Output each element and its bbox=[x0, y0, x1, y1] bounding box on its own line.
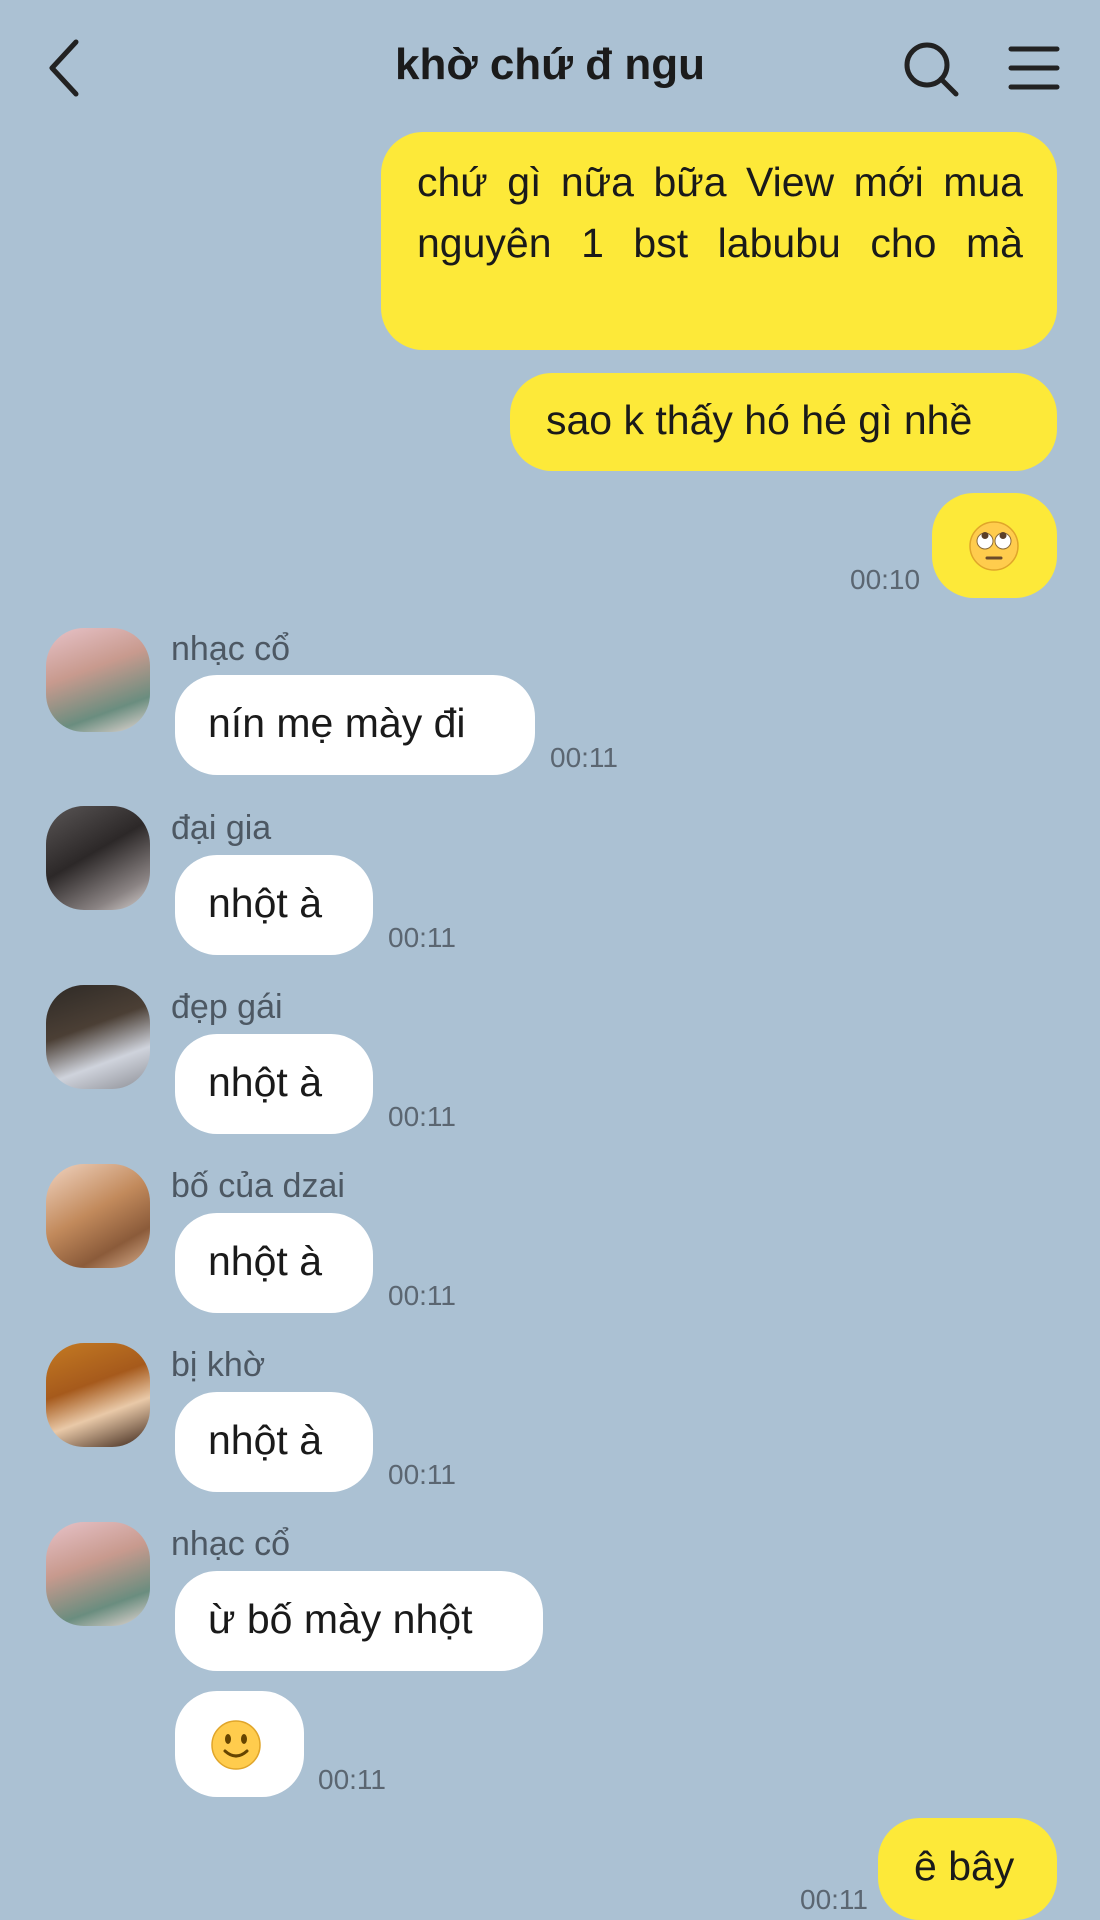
avatar[interactable] bbox=[46, 806, 150, 910]
message-timestamp: 00:11 bbox=[800, 1884, 868, 1915]
incoming-message-bubble[interactable]: nhột à bbox=[175, 1034, 373, 1134]
avatar[interactable] bbox=[46, 1164, 150, 1268]
message-text: chứ gì nữa bữa View mới mua nguyên 1 bst… bbox=[417, 159, 1023, 266]
avatar[interactable] bbox=[46, 985, 150, 1089]
incoming-emoji-bubble[interactable] bbox=[175, 1691, 304, 1797]
message-timestamp: 00:11 bbox=[318, 1764, 386, 1795]
outgoing-message-bubble[interactable]: sao k thấy hó hé gì nhề bbox=[510, 373, 1057, 471]
incoming-message-bubble[interactable]: nín mẹ mày đi bbox=[175, 675, 535, 775]
message-timestamp: 00:10 bbox=[850, 564, 921, 595]
outgoing-message-bubble[interactable]: ê bây bbox=[878, 1818, 1057, 1920]
sender-name: bị khờ bbox=[171, 1346, 266, 1384]
message-timestamp: 00:11 bbox=[388, 1101, 456, 1132]
menu-icon[interactable] bbox=[1008, 44, 1060, 92]
message-text: ê bây bbox=[914, 1843, 1015, 1889]
outgoing-emoji-bubble[interactable] bbox=[932, 493, 1057, 598]
avatar[interactable] bbox=[46, 1522, 150, 1626]
avatar[interactable] bbox=[46, 1343, 150, 1447]
slightly-smiling-face-icon bbox=[211, 1720, 261, 1770]
message-timestamp: 00:11 bbox=[388, 922, 456, 953]
sender-name: nhạc cổ bbox=[171, 630, 291, 668]
message-text: nhột à bbox=[208, 880, 322, 926]
sender-name: bố của dzai bbox=[171, 1167, 345, 1205]
sender-name: đại gia bbox=[171, 809, 272, 847]
message-timestamp: 00:11 bbox=[550, 742, 618, 773]
search-icon[interactable] bbox=[902, 40, 960, 98]
message-timestamp: 00:11 bbox=[388, 1459, 456, 1490]
outgoing-message-bubble[interactable]: chứ gì nữa bữa View mới mua nguyên 1 bst… bbox=[381, 132, 1057, 350]
sender-name: nhạc cổ bbox=[171, 1525, 291, 1563]
chat-header: khờ chứ đ ngu bbox=[0, 0, 1100, 130]
message-text: nhột à bbox=[208, 1059, 322, 1105]
incoming-message-bubble[interactable]: nhột à bbox=[175, 1213, 373, 1313]
message-text: nhột à bbox=[208, 1417, 322, 1463]
incoming-message-bubble[interactable]: nhột à bbox=[175, 1392, 373, 1492]
message-text: nín mẹ mày đi bbox=[208, 700, 466, 746]
face-with-rolling-eyes-icon bbox=[969, 521, 1019, 571]
message-text: ừ bố mày nhột bbox=[208, 1596, 473, 1642]
message-text: nhột à bbox=[208, 1238, 322, 1284]
incoming-message-bubble[interactable]: nhột à bbox=[175, 855, 373, 955]
message-text: sao k thấy hó hé gì nhề bbox=[546, 397, 973, 443]
incoming-message-bubble[interactable]: ừ bố mày nhột bbox=[175, 1571, 543, 1671]
message-timestamp: 00:11 bbox=[388, 1280, 456, 1311]
avatar[interactable] bbox=[46, 628, 150, 732]
sender-name: đẹp gái bbox=[171, 988, 283, 1026]
